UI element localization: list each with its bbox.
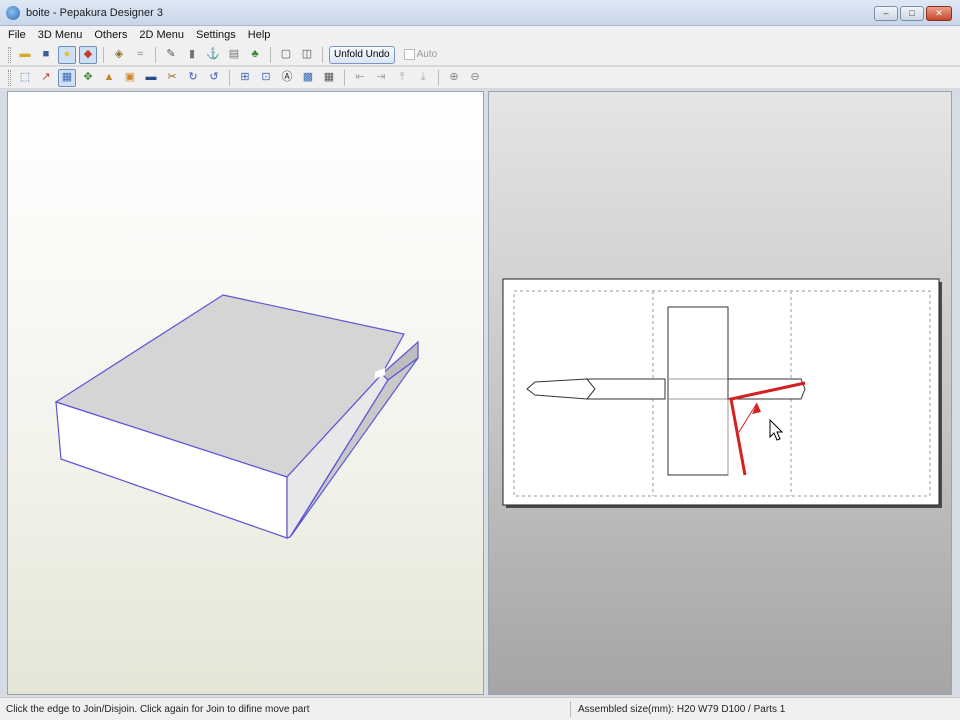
plant-icon[interactable]: ♣ (246, 46, 264, 64)
image-icon[interactable]: ▩ (299, 69, 317, 87)
main-toolbar: ▬ ■ ● ◆ ◈ ≈ ✎ ▮ ⚓ ▤ ♣ ▢ ◫ Unfold Undo Au… (0, 44, 960, 66)
menu-2d[interactable]: 2D Menu (139, 29, 184, 41)
open-icon[interactable]: ▬ (16, 46, 34, 64)
auto-label: Auto (416, 49, 438, 60)
center-panel (667, 306, 729, 476)
flip-icon[interactable]: ↻ (184, 69, 202, 87)
toolbar-grip[interactable] (8, 69, 11, 86)
redo-icon[interactable]: ↺ (205, 69, 223, 87)
status-assembled-size: Assembled size(mm): H20 W79 D100 / Parts… (578, 703, 786, 715)
2d-pattern-canvas[interactable] (489, 92, 953, 696)
toolbar-separator (155, 46, 156, 63)
edit-toolbar: ⬚ ↗ ▦ ✥ ▲ ▣ ▬ ✂ ↻ ↺ ⊞ ⊡ Ⓐ ▩ ▦ ⇤ ⇥ ⤒ ⤓ ⊕ … (0, 67, 960, 89)
piece-icon[interactable]: ▤ (225, 46, 243, 64)
snap-icon[interactable]: ⊡ (257, 69, 275, 87)
menu-settings[interactable]: Settings (196, 29, 236, 41)
cylinder-icon[interactable]: ▮ (183, 46, 201, 64)
light-icon[interactable]: ● (58, 45, 76, 64)
status-divider (570, 701, 571, 717)
tab-icon[interactable]: ▣ (121, 69, 139, 87)
status-hint: Click the edge to Join/Disjoin. Click ag… (6, 703, 310, 715)
fold-icon[interactable]: ◈ (110, 46, 128, 64)
move-icon[interactable]: ▦ (58, 68, 76, 87)
align-left-icon[interactable]: ⇤ (351, 69, 369, 87)
texture-icon[interactable]: ◆ (79, 45, 97, 64)
view-split-icon[interactable]: ◫ (298, 46, 316, 64)
edit-icon[interactable]: ✎ (162, 46, 180, 64)
app-icon (6, 5, 20, 20)
menu-3d[interactable]: 3D Menu (38, 29, 83, 41)
zoom-in-icon[interactable]: ⊕ (445, 69, 463, 87)
strip-mid (585, 378, 666, 400)
align-top-icon[interactable]: ⤒ (393, 69, 411, 87)
toolbar-grip[interactable] (8, 46, 11, 63)
paint-icon[interactable]: ▲ (100, 69, 118, 87)
window-title: boite - Pepakura Designer 3 (26, 6, 163, 19)
menu-others[interactable]: Others (94, 29, 127, 41)
unfold-undo-button[interactable]: Unfold Undo (329, 45, 395, 64)
toolbar-separator (322, 46, 323, 63)
rotate-icon[interactable]: ✥ (79, 69, 97, 87)
toolbar-separator (344, 69, 345, 86)
2d-view[interactable] (488, 91, 952, 695)
cut-icon[interactable]: ✂ (163, 69, 181, 87)
minimize-button[interactable]: – (874, 6, 898, 21)
3d-view[interactable] (7, 91, 484, 695)
title-bar: boite - Pepakura Designer 3 – □ ✕ (0, 0, 960, 26)
group-icon[interactable]: ⊞ (236, 69, 254, 87)
grid-icon[interactable]: ▦ (320, 69, 338, 87)
join-icon[interactable]: ↗ (37, 69, 55, 87)
save-icon[interactable]: ■ (37, 46, 55, 64)
align-right-icon[interactable]: ⇥ (372, 69, 390, 87)
auto-toggle[interactable]: Auto (403, 49, 438, 60)
window-controls: – □ ✕ (874, 6, 952, 21)
zoom-out-icon[interactable]: ⊖ (466, 69, 484, 87)
maximize-button[interactable]: □ (900, 6, 924, 21)
color-icon[interactable]: ▬ (142, 69, 160, 87)
toolbar-separator (270, 46, 271, 63)
close-button[interactable]: ✕ (926, 6, 952, 21)
menu-bar: File 3D Menu Others 2D Menu Settings Hel… (0, 26, 960, 44)
toolbar-separator (229, 69, 230, 86)
view-single-icon[interactable]: ▢ (277, 46, 295, 64)
menu-help[interactable]: Help (248, 29, 271, 41)
select-icon[interactable]: ⬚ (16, 69, 34, 87)
anchor-icon[interactable]: ⚓ (204, 46, 222, 64)
text-icon[interactable]: Ⓐ (278, 69, 296, 87)
toolbar-separator (438, 69, 439, 86)
auto-checkbox[interactable] (403, 49, 415, 60)
status-bar: Click the edge to Join/Disjoin. Click ag… (0, 697, 960, 720)
toolbar-separator (103, 46, 104, 63)
align-bottom-icon[interactable]: ⤓ (414, 69, 432, 87)
3d-model-canvas[interactable] (8, 92, 485, 696)
flap-icon[interactable]: ≈ (131, 46, 149, 64)
menu-file[interactable]: File (8, 29, 26, 41)
